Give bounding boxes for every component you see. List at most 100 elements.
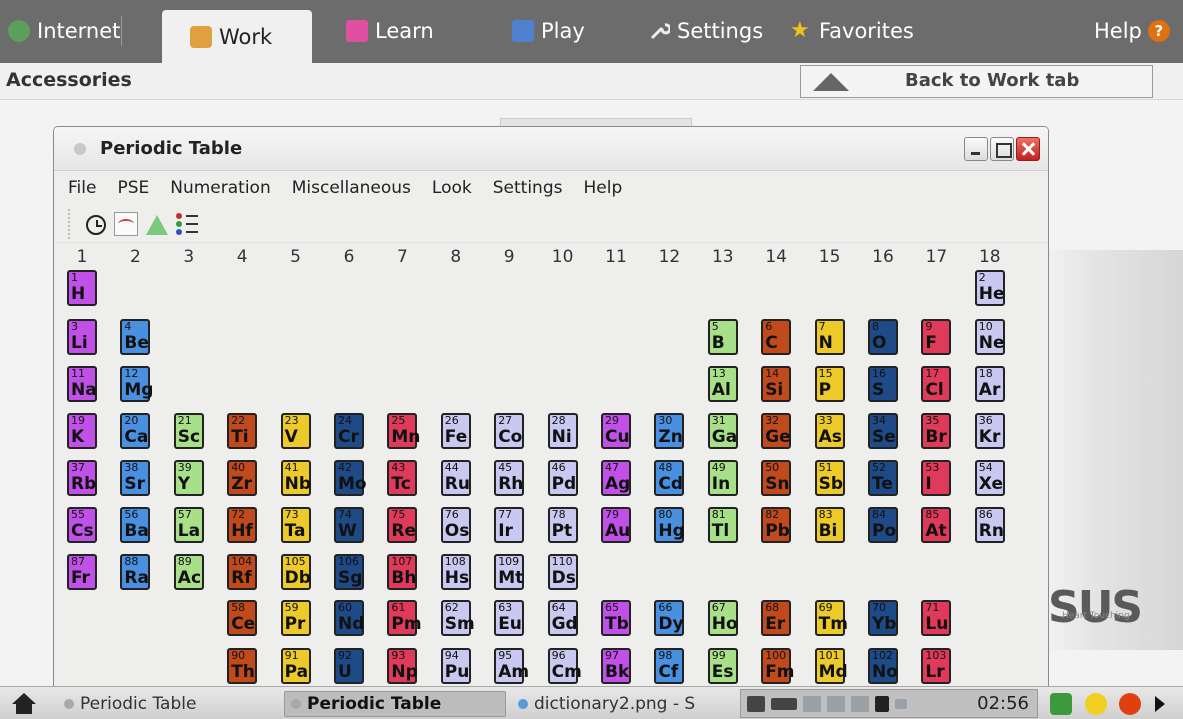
element-p[interactable]: 15 P [814, 366, 845, 402]
tab-play[interactable]: Play [512, 8, 585, 54]
element-cf[interactable]: 98 Cf [654, 648, 685, 684]
element-sn[interactable]: 50 Sn [761, 460, 792, 496]
element-hs[interactable]: 108 Hs [440, 554, 471, 590]
element-sm[interactable]: 62 Sm [440, 600, 475, 636]
element-al[interactable]: 13 Al [707, 366, 738, 402]
element-dy[interactable]: 66 Dy [654, 600, 685, 636]
element-ag[interactable]: 47 Ag [601, 460, 631, 496]
element-ne[interactable]: 10 Ne [974, 319, 1005, 355]
element-tb[interactable]: 65 Tb [601, 600, 631, 636]
memory-icon[interactable] [895, 698, 907, 709]
element-rf[interactable]: 104 Rf [227, 554, 258, 590]
element-zn[interactable]: 30 Zn [654, 413, 685, 449]
element-ru[interactable]: 44 Ru [440, 460, 471, 496]
element-yb[interactable]: 70 Yb [868, 600, 898, 636]
element-rb[interactable]: 37 Rb [67, 460, 97, 496]
element-pm[interactable]: 61 Pm [387, 600, 422, 636]
tab-settings[interactable]: Settings [648, 8, 763, 54]
element-eu[interactable]: 63 Eu [494, 600, 525, 636]
element-as[interactable]: 33 As [814, 413, 845, 449]
element-c[interactable]: 6C [761, 319, 792, 355]
element-f[interactable]: 9F [921, 319, 952, 355]
element-ho[interactable]: 67 Ho [707, 600, 738, 636]
element-er[interactable]: 68 Er [761, 600, 792, 636]
element-tc[interactable]: 43 Tc [387, 460, 418, 496]
element-am[interactable]: 95 Am [494, 648, 529, 684]
volume-icon[interactable] [875, 695, 889, 712]
element-ca[interactable]: 20 Ca [120, 413, 151, 449]
plot-icon[interactable] [114, 211, 138, 236]
battery-icon[interactable] [771, 697, 797, 710]
element-cd[interactable]: 48 Cd [654, 460, 685, 496]
element-rn[interactable]: 86 Rn [974, 507, 1005, 543]
list-icon[interactable] [176, 212, 200, 236]
element-tm[interactable]: 69 Tm [814, 600, 848, 636]
menu-help[interactable]: Help [583, 178, 622, 198]
element-fm[interactable]: 100 Fm [761, 648, 795, 684]
element-ge[interactable]: 32 Ge [761, 413, 792, 449]
network-icon[interactable] [803, 695, 821, 712]
element-li[interactable]: 3 Li [67, 319, 97, 355]
tab-work[interactable]: Work [162, 10, 312, 63]
element-w[interactable]: 74 W [334, 507, 364, 543]
element-pr[interactable]: 59 Pr [280, 600, 311, 636]
tab-internet[interactable]: Internet [8, 8, 123, 54]
element-cm[interactable]: 96 Cm [547, 648, 582, 684]
element-ir[interactable]: 77 Ir [494, 507, 525, 543]
maximize-button[interactable] [990, 137, 1014, 161]
element-y[interactable]: 39 Y [173, 460, 204, 496]
element-ta[interactable]: 73 Ta [280, 507, 311, 543]
element-te[interactable]: 52 Te [868, 460, 898, 496]
element-sr[interactable]: 38 Sr [120, 460, 151, 496]
menu-file[interactable]: File [68, 178, 96, 198]
element-br[interactable]: 35 Br [921, 413, 952, 449]
element-ra[interactable]: 88 Ra [120, 554, 151, 590]
element-tl[interactable]: 81 Tl [707, 507, 738, 543]
element-md[interactable]: 101 Md [814, 648, 848, 684]
tab-learn[interactable]: Learn [346, 8, 434, 54]
element-n[interactable]: 7N [814, 319, 845, 355]
element-no[interactable]: 102 No [868, 648, 898, 684]
element-pd[interactable]: 46 Pd [547, 460, 578, 496]
element-fr[interactable]: 87 Fr [67, 554, 97, 590]
element-na[interactable]: 11 Na [67, 366, 97, 402]
menu-numeration[interactable]: Numeration [170, 178, 270, 198]
element-ds[interactable]: 110 Ds [547, 554, 578, 590]
element-au[interactable]: 79 Au [601, 507, 631, 543]
element-cu[interactable]: 29 Cu [601, 413, 631, 449]
element-cs[interactable]: 55 Cs [67, 507, 97, 543]
element-u[interactable]: 92 U [334, 648, 364, 684]
element-pa[interactable]: 91 Pa [280, 648, 311, 684]
element-po[interactable]: 84 Po [868, 507, 898, 543]
element-he[interactable]: 2 He [974, 270, 1005, 306]
element-re[interactable]: 75 Re [387, 507, 418, 543]
element-b[interactable]: 5B [707, 319, 738, 355]
element-be[interactable]: 4 Be [120, 319, 151, 355]
desktop-icon[interactable] [1050, 693, 1072, 715]
element-pb[interactable]: 82 Pb [761, 507, 792, 543]
toolbar-grip[interactable] [68, 208, 72, 239]
element-ba[interactable]: 56 Ba [120, 507, 151, 543]
element-nd[interactable]: 60 Nd [334, 600, 364, 636]
menu-settings[interactable]: Settings [493, 178, 563, 198]
element-gd[interactable]: 64 Gd [547, 600, 578, 636]
element-sc[interactable]: 21 Sc [173, 413, 204, 449]
calculator-flask-icon[interactable] [146, 214, 168, 235]
window-titlebar[interactable]: Periodic Table [54, 127, 1048, 171]
element-i[interactable]: 53 I [921, 460, 952, 496]
element-se[interactable]: 34 Se [868, 413, 898, 449]
element-ar[interactable]: 18 Ar [974, 366, 1005, 402]
home-icon[interactable] [12, 693, 36, 715]
element-mn[interactable]: 25 Mn [387, 413, 420, 449]
clock[interactable]: 02:56 [977, 693, 1029, 714]
element-lr[interactable]: 103 Lr [921, 648, 952, 684]
power-icon[interactable] [1119, 693, 1141, 715]
close-button[interactable] [1016, 137, 1040, 161]
element-at[interactable]: 85 At [921, 507, 952, 543]
arrow-right-icon[interactable] [1155, 696, 1165, 712]
element-cl[interactable]: 17 Cl [921, 366, 952, 402]
element-cr[interactable]: 24 Cr [334, 413, 364, 449]
menu-look[interactable]: Look [432, 178, 472, 198]
element-ga[interactable]: 31 Ga [707, 413, 738, 449]
help-button[interactable]: Help ? [1094, 8, 1170, 54]
